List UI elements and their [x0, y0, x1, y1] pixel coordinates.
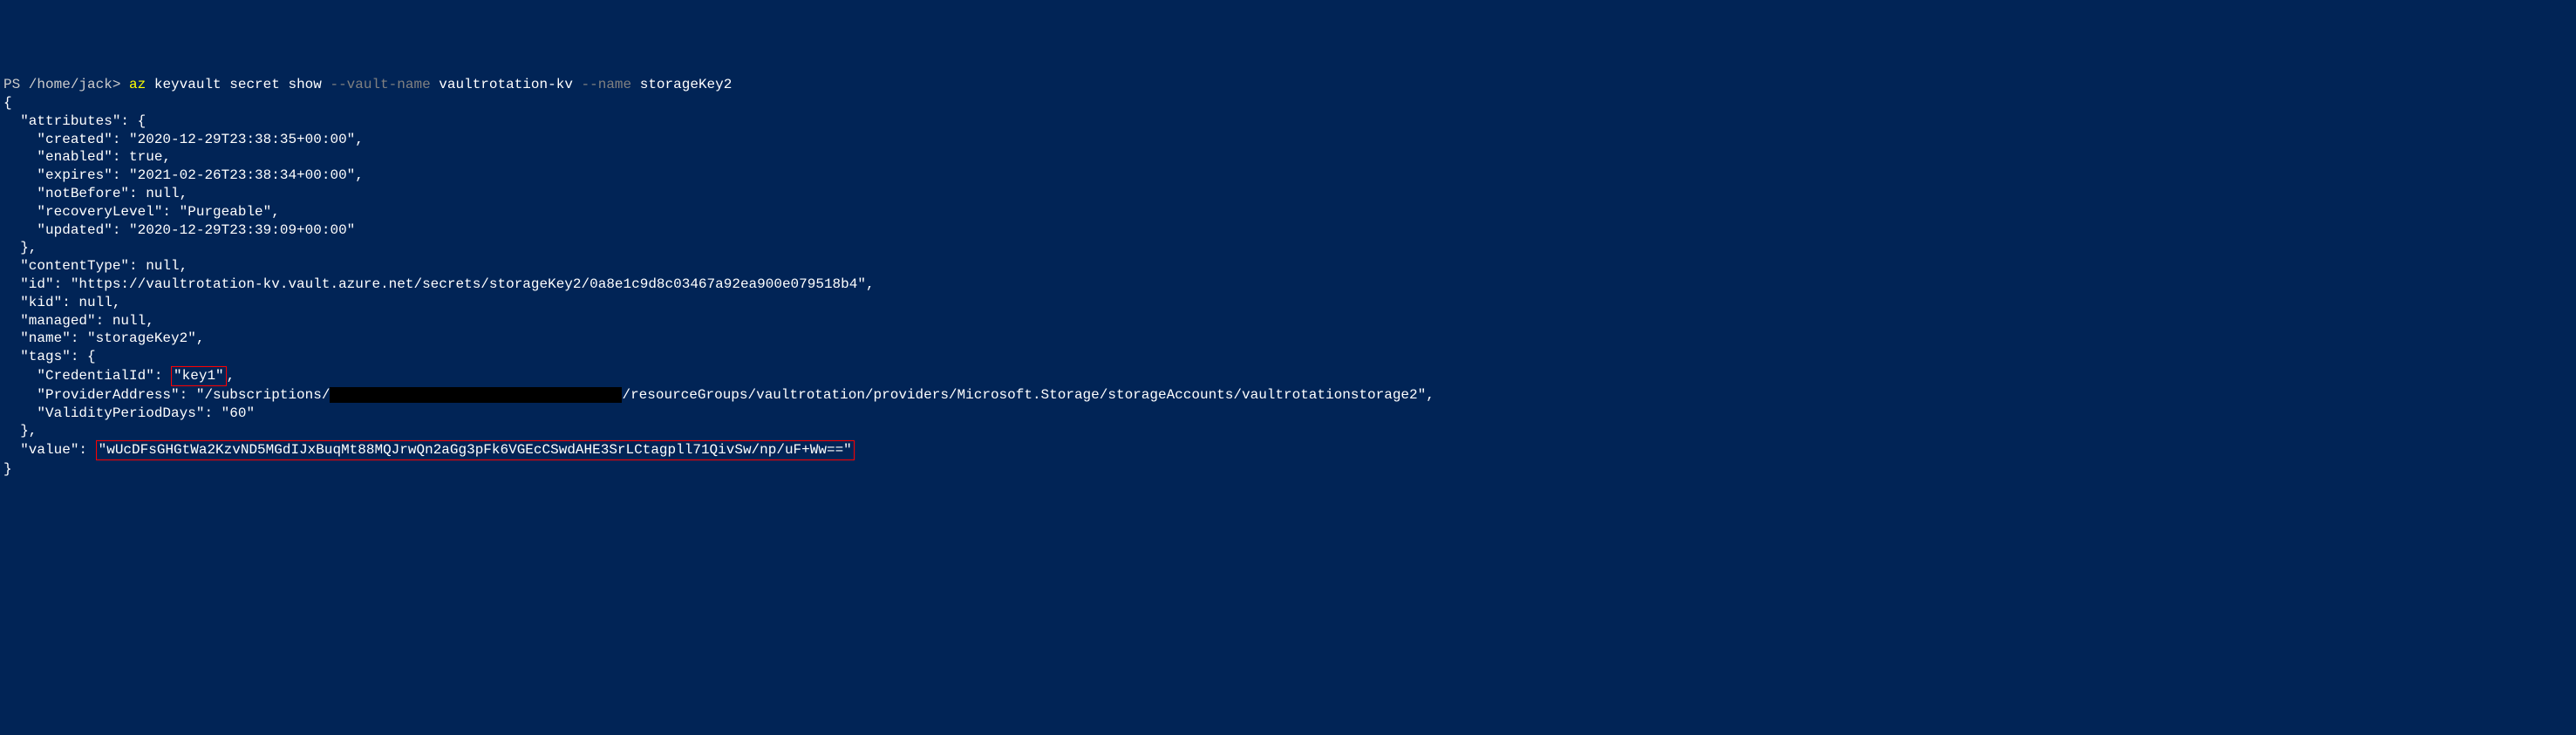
json-created: "created": "2020-12-29T23:38:35+00:00",	[3, 132, 364, 147]
json-updated: "updated": "2020-12-29T23:39:09+00:00"	[3, 222, 355, 238]
json-contenttype: "contentType": null,	[3, 258, 187, 274]
value-highlight: "wUcDFsGHGtWa2KzvND5MGdIJxBuqMt88MQJrwQn…	[96, 440, 855, 460]
json-tags-key: "tags": {	[3, 349, 96, 364]
json-expires: "expires": "2021-02-26T23:38:34+00:00",	[3, 167, 364, 183]
credentialid-highlight: "key1"	[171, 366, 227, 386]
json-credentialid-post: ,	[227, 368, 235, 384]
command-args: keyvault secret show	[146, 77, 330, 92]
json-open-brace: {	[3, 95, 12, 111]
command-arg: storageKey2	[631, 77, 732, 92]
json-attributes-close: },	[3, 240, 37, 255]
json-provideraddress-post: /resourceGroups/vaultrotation/providers/…	[622, 387, 1434, 403]
json-validityperioddays: "ValidityPeriodDays": "60"	[3, 405, 255, 421]
terminal-output: PS /home/jack> az keyvault secret show -…	[3, 76, 2573, 479]
json-attributes-key: "attributes": {	[3, 113, 146, 129]
json-recoverylevel: "recoveryLevel": "Purgeable",	[3, 204, 280, 220]
json-credentialid-pre: "CredentialId":	[3, 368, 171, 384]
json-provideraddress-pre: "ProviderAddress": "/subscriptions/	[3, 387, 330, 403]
json-value-pre: "value":	[3, 442, 96, 458]
json-id: "id": "https://vaultrotation-kv.vault.az…	[3, 276, 875, 292]
command-arg: vaultrotation-kv	[431, 77, 582, 92]
prompt-prefix: PS /home/jack>	[3, 77, 129, 92]
command-flag: --name	[582, 77, 632, 92]
redacted-subscription-id	[330, 387, 622, 403]
command-executable: az	[129, 77, 146, 92]
command-flag: --vault-name	[330, 77, 430, 92]
json-tags-close: },	[3, 423, 37, 439]
json-kid: "kid": null,	[3, 295, 120, 310]
json-name: "name": "storageKey2",	[3, 330, 204, 346]
json-managed: "managed": null,	[3, 313, 154, 329]
json-close-brace: }	[3, 461, 12, 477]
json-notbefore: "notBefore": null,	[3, 186, 187, 201]
json-enabled: "enabled": true,	[3, 149, 171, 165]
